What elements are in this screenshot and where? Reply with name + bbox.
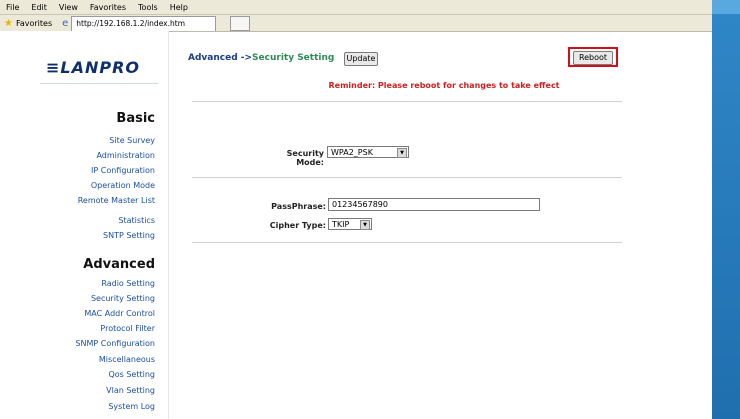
- cipher-type-select[interactable]: TKIP ▼: [328, 218, 372, 230]
- favorites-button[interactable]: Favorites: [16, 19, 52, 28]
- section-title-basic: Basic: [116, 111, 155, 126]
- browser-tab[interactable]: http://192.168.1.2/index.htm: [71, 15, 216, 31]
- security-mode-value: WPA2_PSK: [331, 148, 373, 157]
- security-mode-label: Security Mode:: [286, 149, 324, 167]
- logo-divider: [40, 83, 158, 84]
- nav-protocol-filter[interactable]: Protocol Filter: [100, 324, 155, 333]
- nav-ip-configuration[interactable]: IP Configuration: [91, 166, 155, 175]
- breadcrumb: Advanced ->Security Setting: [188, 53, 334, 63]
- menu-favorites[interactable]: Favorites: [84, 3, 132, 12]
- nav-vlan-setting[interactable]: Vlan Setting: [106, 386, 155, 395]
- main-panel: Advanced ->Security Setting Update Reboo…: [176, 31, 712, 419]
- favorites-bar: ★ Favorites e http://192.168.1.2/index.h…: [0, 15, 712, 32]
- divider-bottom: [192, 242, 622, 243]
- browser-window: File Edit View Favorites Tools Help ★ Fa…: [0, 0, 712, 419]
- nav-site-survey[interactable]: Site Survey: [109, 136, 155, 145]
- chevron-down-icon: ▼: [360, 220, 370, 230]
- frame-decoration-right: [712, 14, 740, 419]
- nav-sntp-setting[interactable]: SNTP Setting: [103, 231, 155, 240]
- logo-mark-icon: ≡: [46, 58, 61, 77]
- ie-page-icon: e: [62, 17, 69, 29]
- section-title-advanced: Advanced: [83, 257, 155, 272]
- security-mode-select[interactable]: WPA2_PSK ▼: [327, 146, 409, 158]
- reboot-reminder: Reminder: Please reboot for changes to t…: [328, 81, 560, 90]
- sidebar-divider: [168, 31, 169, 419]
- menu-view[interactable]: View: [53, 3, 84, 12]
- lanpro-logo: ≡LANPRO: [46, 58, 141, 77]
- breadcrumb-current: Security Setting: [252, 53, 335, 63]
- divider-top: [192, 101, 622, 102]
- breadcrumb-prefix: Advanced ->: [188, 53, 253, 63]
- nav-miscellaneous[interactable]: Miscellaneous: [99, 355, 155, 364]
- nav-administration[interactable]: Administration: [96, 151, 155, 160]
- reboot-highlight: Reboot: [568, 47, 618, 67]
- menu-bar: File Edit View Favorites Tools Help: [0, 0, 712, 15]
- nav-security-setting[interactable]: Security Setting: [91, 294, 155, 303]
- nav-mac-addr-control[interactable]: MAC Addr Control: [84, 309, 155, 318]
- passphrase-input[interactable]: 01234567890: [328, 198, 540, 211]
- nav-snmp-configuration[interactable]: SNMP Configuration: [75, 339, 155, 348]
- nav-statistics[interactable]: Statistics: [118, 216, 155, 225]
- favorites-star-icon[interactable]: ★: [4, 18, 13, 29]
- nav-qos-setting[interactable]: Qos Setting: [108, 370, 155, 379]
- nav-system-log[interactable]: System Log: [108, 402, 155, 411]
- chevron-down-icon: ▼: [397, 148, 407, 158]
- sidebar: ≡LANPRO Basic Site Survey Administration…: [0, 31, 168, 419]
- menu-help[interactable]: Help: [164, 3, 194, 12]
- menu-edit[interactable]: Edit: [25, 3, 53, 12]
- menu-file[interactable]: File: [0, 3, 25, 12]
- divider-middle: [192, 177, 622, 178]
- reboot-button[interactable]: Reboot: [573, 51, 613, 65]
- cipher-type-label: Cipher Type:: [269, 221, 326, 230]
- menu-tools[interactable]: Tools: [132, 3, 164, 12]
- nav-remote-master-list[interactable]: Remote Master List: [78, 196, 155, 205]
- cipher-type-value: TKIP: [332, 220, 350, 229]
- passphrase-label: PassPhrase:: [271, 202, 326, 211]
- nav-radio-setting[interactable]: Radio Setting: [101, 279, 155, 288]
- page-content: ≡LANPRO Basic Site Survey Administration…: [0, 31, 712, 419]
- update-button[interactable]: Update: [344, 52, 378, 66]
- nav-operation-mode[interactable]: Operation Mode: [91, 181, 155, 190]
- new-tab-button[interactable]: [230, 15, 250, 31]
